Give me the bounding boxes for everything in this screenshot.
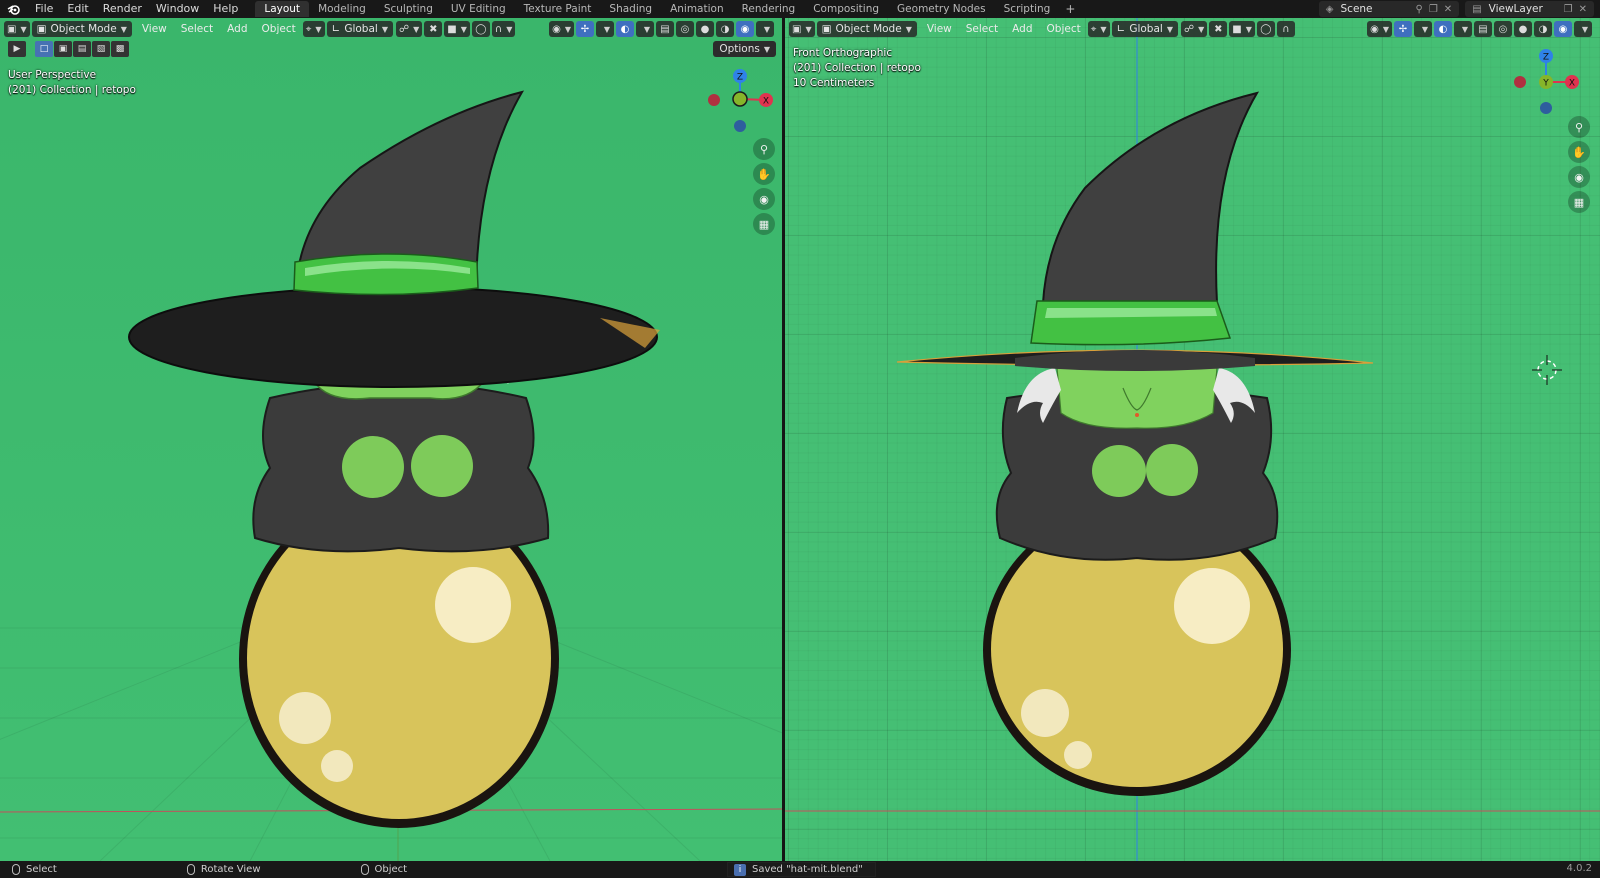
scene-icon: ◈ [1325, 3, 1334, 15]
tab-rendering[interactable]: Rendering [733, 1, 805, 17]
tab-geometry-nodes[interactable]: Geometry Nodes [888, 1, 995, 17]
menu-file[interactable]: File [28, 0, 60, 18]
right-hand [1146, 444, 1198, 496]
new-scene-icon[interactable]: ❐ [1426, 4, 1441, 15]
saved-notification[interactable]: i Saved "hat-mit.blend" [727, 862, 876, 877]
mouse-left-icon [12, 864, 20, 875]
new-view-layer-icon[interactable]: ❐ [1561, 4, 1576, 15]
tab-scripting[interactable]: Scripting [995, 1, 1060, 17]
version-label: 4.0.2 [1566, 863, 1592, 874]
info-icon: i [734, 863, 746, 876]
scene-selector[interactable]: ◈ Scene ⚲ ❐ ✕ [1318, 1, 1460, 17]
tab-layout[interactable]: Layout [255, 1, 310, 17]
face [1056, 367, 1218, 429]
menu-edit[interactable]: Edit [60, 0, 95, 18]
view-layer-icon: ▤ [1472, 3, 1482, 15]
tab-uv-editing[interactable]: UV Editing [442, 1, 515, 17]
mouse-right-icon [360, 864, 369, 875]
viewport-user-perspective[interactable]: ▣ ▼ ▣ Object Mode ▼ View Select Add Object … [0, 18, 782, 861]
status-object: Object [360, 864, 407, 875]
tab-shading[interactable]: Shading [600, 1, 661, 17]
scene-name-field[interactable]: Scene [1337, 3, 1413, 15]
tab-animation[interactable]: Animation [661, 1, 733, 17]
tab-compositing[interactable]: Compositing [804, 1, 888, 17]
cauldron-bubble [321, 750, 353, 782]
viewport-front-orthographic[interactable]: ▣ ▼ ▣ Object Mode ▼ View Select Add Object … [785, 18, 1600, 861]
cauldron-bubble [279, 692, 331, 744]
left-hand [342, 436, 404, 498]
status-bar: Select Rotate View Object i Saved "hat-m… [0, 861, 1600, 878]
close-icon[interactable]: ✕ [1441, 4, 1455, 15]
cauldron-bubble [435, 567, 511, 643]
cauldron-bubble [1174, 568, 1250, 644]
witch-model[interactable] [785, 18, 1600, 861]
hat-brim [128, 286, 658, 388]
pin-icon[interactable]: ⚲ [1413, 4, 1426, 15]
left-hand [1092, 445, 1146, 497]
close-icon[interactable]: ✕ [1576, 4, 1590, 15]
hat-band [293, 253, 479, 296]
mouse-middle-icon [186, 864, 195, 875]
menu-window[interactable]: Window [149, 0, 206, 18]
add-workspace-icon[interactable]: + [1059, 2, 1081, 16]
status-rotate: Rotate View [186, 864, 261, 875]
top-bar: File Edit Render Window Help Layout Mode… [0, 0, 1600, 18]
blender-logo-icon[interactable] [0, 0, 28, 18]
menu-render[interactable]: Render [96, 0, 149, 18]
hat-cone [1041, 91, 1260, 304]
right-hand [411, 435, 473, 497]
hat-band [1030, 300, 1232, 346]
origin-point [1135, 413, 1139, 417]
tab-sculpting[interactable]: Sculpting [375, 1, 442, 17]
status-select: Select [12, 864, 57, 875]
menu-help[interactable]: Help [206, 0, 245, 18]
view-layer-selector[interactable]: ▤ ViewLayer ❐ ✕ [1465, 1, 1594, 17]
witch-model[interactable] [0, 18, 782, 861]
tab-modeling[interactable]: Modeling [309, 1, 375, 17]
top-right-controls: ◈ Scene ⚲ ❐ ✕ ▤ ViewLayer ❐ ✕ [1318, 0, 1600, 18]
cauldron-bubble [1064, 741, 1092, 769]
view-layer-name-field[interactable]: ViewLayer [1485, 3, 1561, 15]
tab-texture-paint[interactable]: Texture Paint [515, 1, 601, 17]
workspace-tabs: Layout Modeling Sculpting UV Editing Tex… [255, 0, 1081, 18]
cauldron-bubble [1021, 689, 1069, 737]
